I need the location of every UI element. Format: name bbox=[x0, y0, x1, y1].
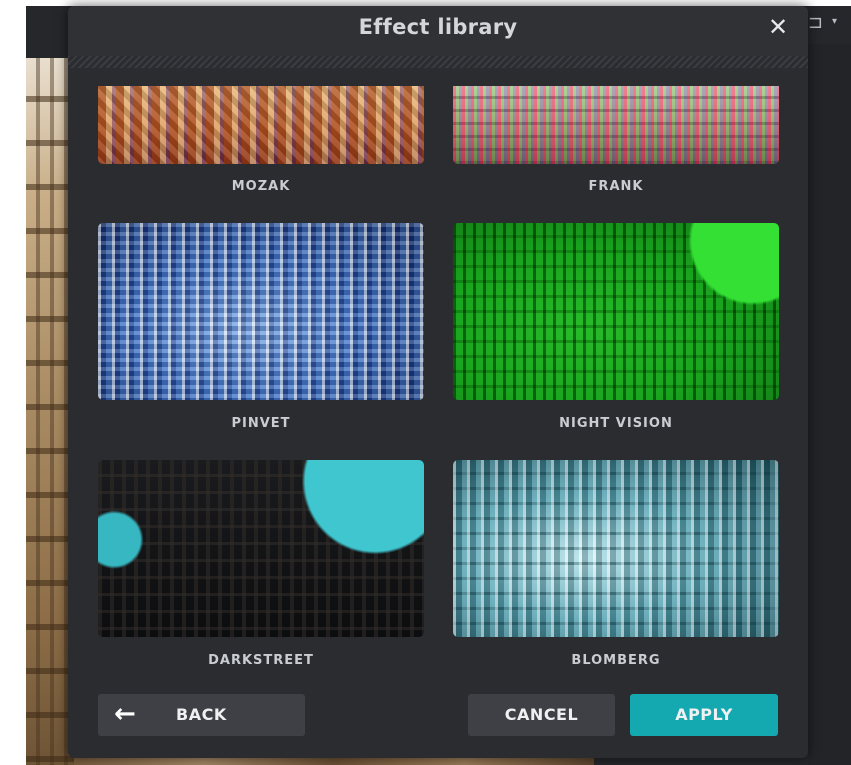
window-icon[interactable]: ⊐ bbox=[808, 12, 823, 33]
dialog-title: Effect library bbox=[358, 15, 518, 39]
effect-tile-night-vision[interactable]: NIGHT VISION bbox=[453, 223, 779, 443]
header-divider bbox=[68, 56, 808, 68]
effect-library-dialog: Effect library ✕ MOZAK FRANK PINVET NIGH… bbox=[68, 6, 808, 758]
effect-thumbnail bbox=[98, 86, 424, 164]
effect-thumbnail bbox=[453, 223, 779, 400]
arrow-left-icon: ← bbox=[114, 699, 137, 729]
background-photo-bottom bbox=[74, 758, 594, 765]
effect-tile-frank[interactable]: FRANK bbox=[453, 86, 779, 206]
effect-thumbnail bbox=[98, 223, 424, 400]
effect-tile-darkstreet[interactable]: DARKSTREET bbox=[98, 460, 424, 680]
effect-tile-blomberg[interactable]: BLOMBERG bbox=[453, 460, 779, 680]
effect-tile-pinvet[interactable]: PINVET bbox=[98, 223, 424, 443]
back-button-label: BACK bbox=[176, 705, 227, 724]
effect-thumbnail bbox=[453, 460, 779, 637]
apply-button-label: APPLY bbox=[675, 705, 733, 724]
apply-button[interactable]: APPLY bbox=[630, 694, 778, 736]
effect-label: PINVET bbox=[231, 416, 291, 431]
cancel-button[interactable]: CANCEL bbox=[468, 694, 615, 736]
back-button[interactable]: ← BACK bbox=[98, 694, 305, 736]
effect-label: NIGHT VISION bbox=[559, 416, 673, 431]
effect-label: FRANK bbox=[588, 179, 644, 194]
effect-label: DARKSTREET bbox=[208, 653, 314, 668]
background-photo-left bbox=[26, 58, 74, 765]
effect-label: BLOMBERG bbox=[571, 653, 661, 668]
effect-label: MOZAK bbox=[231, 179, 291, 194]
effect-tile-mozak[interactable]: MOZAK bbox=[98, 86, 424, 206]
chevron-down-icon[interactable]: ▾ bbox=[832, 16, 837, 27]
topbar-right: ⊐ ▾ bbox=[808, 6, 851, 44]
right-panel bbox=[808, 44, 851, 765]
dialog-header: Effect library ✕ bbox=[68, 6, 808, 56]
cancel-button-label: CANCEL bbox=[504, 705, 579, 724]
effect-thumbnail bbox=[98, 460, 424, 637]
effect-thumbnail bbox=[453, 86, 779, 164]
close-icon[interactable]: ✕ bbox=[766, 12, 790, 42]
